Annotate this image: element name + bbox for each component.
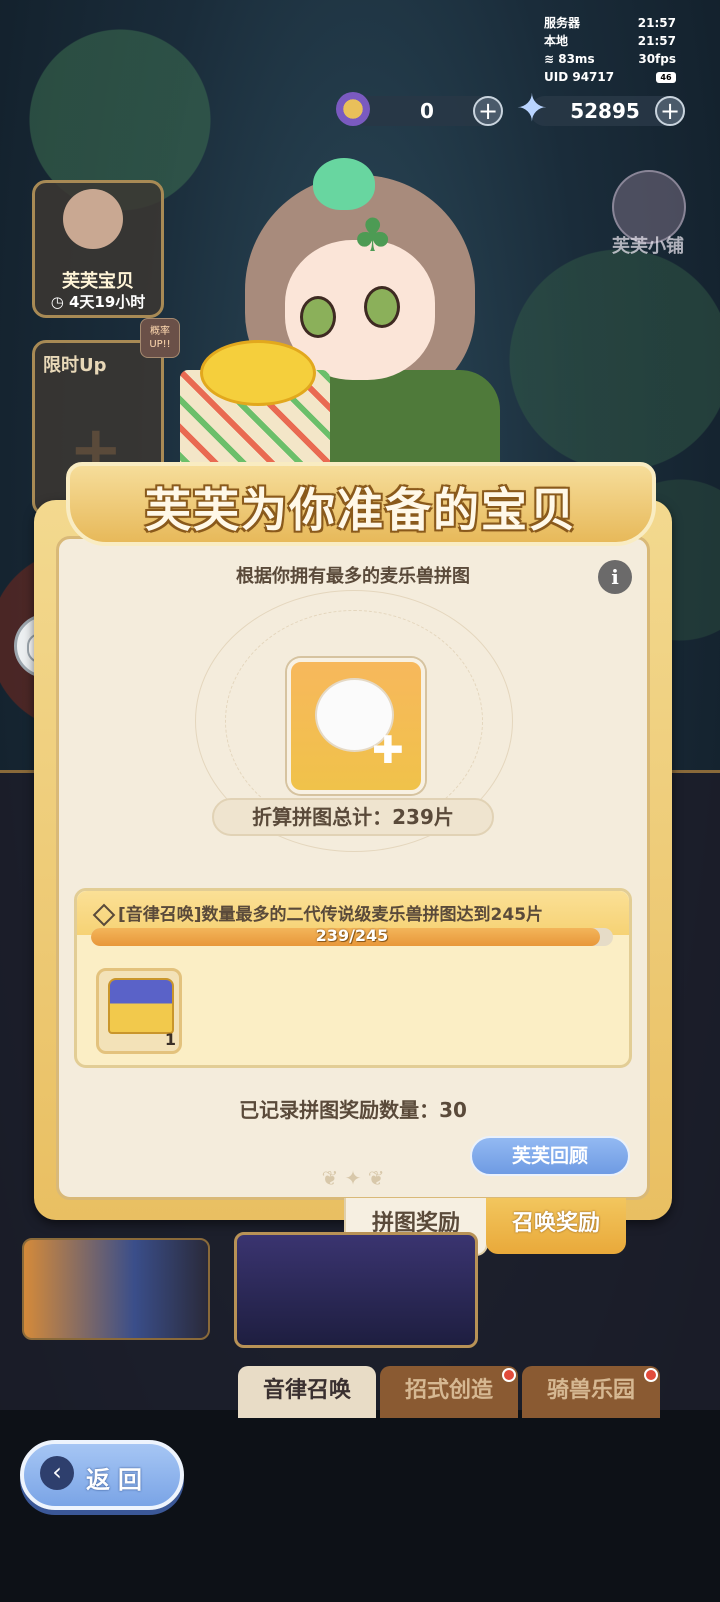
fufu-avatar [63, 189, 123, 249]
bell-icon [336, 92, 370, 126]
diamond-icon [92, 903, 116, 927]
dialog-title: 芙芙为你准备的宝贝 [145, 483, 577, 537]
back-label: 返回 [86, 1466, 150, 1494]
server-time: 21:57 [637, 16, 676, 30]
fps-value: 30fps [638, 52, 676, 66]
star-icon: ✦ [516, 86, 548, 130]
probability-up-badge: 概率UP!! [140, 318, 180, 358]
fufu-baby-title: 芙芙宝贝 [62, 271, 134, 292]
summon-banner-thumbnail-1[interactable] [22, 1238, 210, 1340]
recorded-reward-count: 已记录拼图奖励数量：30 [239, 1098, 467, 1122]
reward-item-count: 1 [164, 1030, 176, 1049]
ping-value: ≋ 83ms [544, 52, 595, 66]
nav-tab-mount-park[interactable]: 骑兽乐园 [522, 1366, 660, 1418]
fufu-review-button[interactable]: 芙芙回顾 [470, 1136, 630, 1176]
uid-value: UID 94717 [544, 70, 615, 84]
add-bells-button[interactable]: + [473, 96, 503, 126]
cat-ornament-icon: ❦ ✦ ❦ [321, 1166, 385, 1190]
wifi-icon: ≋ [544, 52, 559, 66]
server-label: 服务器 [544, 16, 581, 30]
tab-summon-reward[interactable]: 召唤奖励 [486, 1198, 626, 1254]
treasure-chest-icon [108, 978, 174, 1034]
slime-pet-icon [313, 158, 375, 210]
fufu-shop-label[interactable]: 芙芙小铺 [596, 232, 700, 258]
status-hud: 服务器 21:57 本地 21:57 ≋ 83ms 30fps UID 94717 46 [544, 14, 676, 86]
clover-icon: ♣ [352, 208, 394, 262]
clock-icon: ◷ [50, 293, 69, 311]
local-label: 本地 [544, 34, 569, 48]
local-time: 21:57 [637, 34, 676, 48]
add-stars-button[interactable]: + [655, 96, 685, 126]
fufu-baby-timer: ◷ 4天19小时 [50, 293, 146, 311]
summon-banner-thumbnail-2[interactable] [234, 1232, 478, 1348]
fufu-baby-card[interactable]: 芙芙宝贝 ◷ 4天19小时 [32, 180, 164, 318]
notification-dot [644, 1368, 658, 1382]
task-description: [音律召唤]数量最多的二代传说级麦乐兽拼图达到245片 [92, 900, 632, 927]
info-button[interactable]: i [598, 560, 632, 594]
dialog-subtitle: 根据你拥有最多的麦乐兽拼图 [236, 566, 470, 587]
battery-icon: 46 [656, 68, 676, 86]
star-count: 52895 [570, 99, 640, 123]
character-right-eye [364, 286, 400, 328]
notification-dot [502, 1368, 516, 1382]
nav-tab-rhythm-summon[interactable]: 音律召唤 [238, 1366, 376, 1418]
nav-tab-move-creation[interactable]: 招式创造 [380, 1366, 518, 1418]
puzzle-piece-icon: ✚ [372, 728, 404, 772]
back-arrow-icon: ‹ [40, 1456, 74, 1490]
character-left-eye [300, 296, 336, 338]
task-progress-text: 239/245 [315, 926, 389, 945]
puzzle-total-pill: 折算拼图总计：239片 [212, 798, 494, 836]
gift-bow-icon [200, 340, 316, 406]
limited-up-title: 限时Up [43, 355, 107, 376]
bell-count: 0 [420, 99, 434, 123]
